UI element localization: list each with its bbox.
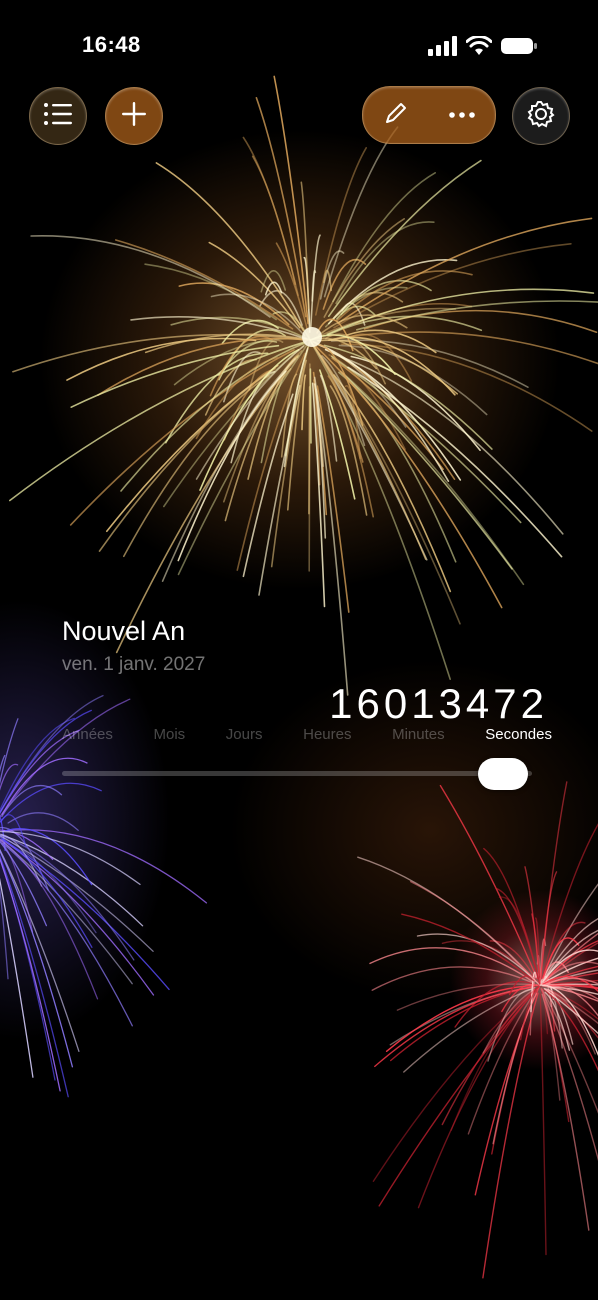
event-title: Nouvel An xyxy=(62,616,186,646)
signal-icon xyxy=(428,36,458,61)
plus-icon xyxy=(121,101,147,132)
more-button[interactable] xyxy=(434,87,490,143)
gear-icon xyxy=(526,99,556,134)
add-button[interactable] xyxy=(105,87,163,145)
unit-days[interactable]: Jours xyxy=(226,726,263,743)
status-bar: 16:48 xyxy=(0,0,598,80)
event-date: ven. 1 janv. 2027 xyxy=(62,654,206,675)
more-icon xyxy=(448,106,476,124)
countdown-value: 16013472 xyxy=(329,680,548,727)
status-time: 16:48 xyxy=(82,32,141,57)
unit-years[interactable]: Années xyxy=(62,726,113,743)
unit-minutes[interactable]: Minutes xyxy=(392,726,445,743)
edit-button[interactable] xyxy=(368,87,424,143)
unit-hours[interactable]: Heures xyxy=(303,726,351,743)
fireworks-image xyxy=(0,75,598,1279)
unit-months[interactable]: Mois xyxy=(154,726,186,743)
fireworks-background xyxy=(0,0,598,1300)
edit-actions-pill xyxy=(362,86,496,144)
status-icons xyxy=(428,35,538,61)
unit-slider-thumb[interactable] xyxy=(478,758,528,790)
battery-icon xyxy=(500,36,538,61)
unit-selector: Années Mois Jours Heures Minutes Seconde… xyxy=(62,726,552,743)
list-button[interactable] xyxy=(29,87,87,145)
wifi-icon xyxy=(465,35,493,61)
unit-seconds[interactable]: Secondes xyxy=(485,726,552,743)
pencil-icon xyxy=(384,101,408,130)
unit-slider-track[interactable] xyxy=(62,771,532,776)
list-icon xyxy=(43,102,73,131)
settings-button[interactable] xyxy=(512,87,570,145)
